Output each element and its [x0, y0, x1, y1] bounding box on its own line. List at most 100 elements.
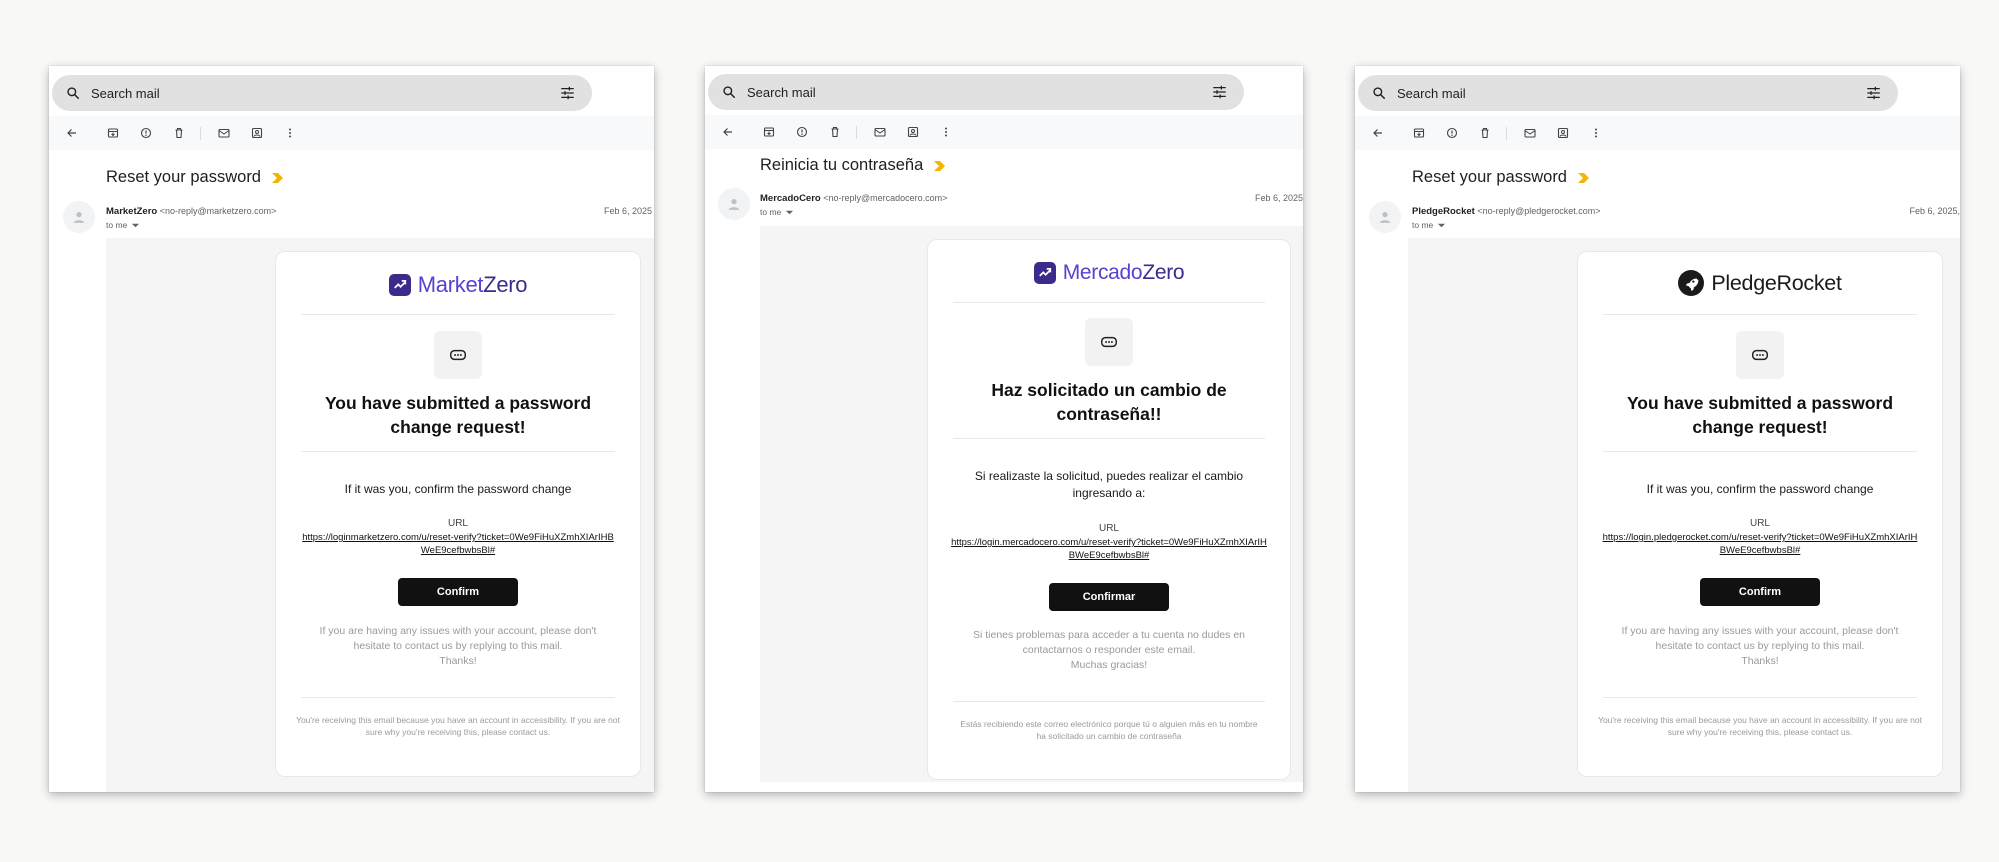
- delete-icon[interactable]: [172, 126, 186, 140]
- divider: [953, 438, 1265, 439]
- mark-unread-icon[interactable]: [1523, 126, 1537, 140]
- url-label: URL: [1098, 523, 1119, 534]
- email-window-marketzero: Search mail Reset your password MarketZe…: [49, 66, 654, 792]
- chart-up-icon: [388, 274, 411, 296]
- divider: [301, 314, 615, 315]
- subject-text: Reset your password: [1412, 168, 1567, 186]
- search-icon[interactable]: [1370, 84, 1388, 102]
- sender-line: MercadoCero <no-reply@mercadocero.com>: [760, 193, 947, 204]
- sender-email: <no-reply@pledgerocket.com>: [1477, 206, 1601, 216]
- important-marker-icon[interactable]: [271, 172, 285, 184]
- person-icon: [1379, 212, 1391, 223]
- help-text: Si tienes problemas para acceder a tu cu…: [972, 629, 1245, 656]
- sender-email: <no-reply@marketzero.com>: [159, 206, 277, 216]
- back-arrow-icon[interactable]: [65, 126, 79, 140]
- reset-url-link[interactable]: https://loginmarketzero.com/u/reset-veri…: [298, 531, 618, 557]
- search-input[interactable]: Search mail: [747, 85, 1210, 100]
- brand-name-b: Zero: [1142, 261, 1185, 284]
- archive-icon[interactable]: [1412, 126, 1426, 140]
- email-window-mercadocero: Search mail Reinicia tu contraseña Merca…: [705, 66, 1303, 792]
- thanks-text: Thanks!: [439, 655, 477, 667]
- recipient-toggle[interactable]: to me: [106, 220, 140, 230]
- avatar: [718, 188, 750, 220]
- search-bar[interactable]: Search mail: [1358, 75, 1898, 111]
- more-vert-icon[interactable]: [939, 125, 953, 139]
- email-card: Market Zero You have submitted a password…: [275, 251, 641, 777]
- person-icon: [73, 212, 85, 223]
- chevron-down-icon: [132, 223, 140, 227]
- recipient-text: to me: [760, 207, 782, 217]
- toolbar-divider: [1506, 127, 1507, 140]
- instruction-text: If it was you, confirm the password chan…: [344, 482, 572, 496]
- chart-up-icon: [1033, 262, 1056, 284]
- more-vert-icon[interactable]: [1589, 126, 1603, 140]
- search-icon[interactable]: [64, 84, 82, 102]
- footer-text: You're receiving this email because you …: [1598, 715, 1922, 737]
- divider: [953, 701, 1265, 702]
- sender-line: MarketZero <no-reply@marketzero.com>: [106, 206, 276, 217]
- move-to-icon[interactable]: [250, 126, 264, 140]
- tune-icon[interactable]: [558, 84, 576, 102]
- subject-text: Reinicia tu contraseña: [760, 156, 924, 174]
- move-to-icon[interactable]: [1556, 126, 1570, 140]
- delete-icon[interactable]: [828, 125, 842, 139]
- divider: [1603, 314, 1917, 315]
- move-to-icon[interactable]: [906, 125, 920, 139]
- divider: [301, 451, 615, 452]
- divider: [1603, 451, 1917, 452]
- instruction-text: If it was you, confirm the password chan…: [1646, 482, 1874, 496]
- search-bar[interactable]: Search mail: [52, 75, 592, 111]
- recipient-text: to me: [1412, 220, 1434, 230]
- divider: [953, 302, 1265, 303]
- confirm-button[interactable]: Confirm: [1700, 578, 1820, 606]
- footer-text: Estás recibiendo este correo electrónico…: [960, 719, 1258, 741]
- brand-logo: PledgeRocket: [1578, 270, 1942, 296]
- back-arrow-icon[interactable]: [1371, 126, 1385, 140]
- message-toolbar: [49, 116, 654, 150]
- search-bar[interactable]: Search mail: [708, 74, 1244, 110]
- brand-logo: Market Zero: [276, 272, 640, 298]
- sender-line: PledgeRocket <no-reply@pledgerocket.com>: [1412, 206, 1601, 217]
- message-toolbar: [1355, 116, 1960, 150]
- chevron-down-icon: [786, 210, 794, 214]
- person-icon: [728, 199, 740, 210]
- rocket-icon: [1678, 270, 1705, 296]
- divider: [301, 697, 615, 698]
- important-marker-icon[interactable]: [933, 160, 947, 172]
- confirm-button[interactable]: Confirmar: [1049, 583, 1169, 611]
- reset-url-link[interactable]: https://login.pledgerocket.com/u/reset-v…: [1600, 531, 1920, 557]
- important-marker-icon[interactable]: [1577, 172, 1591, 184]
- chat-icon: [434, 331, 482, 379]
- email-date: Feb 6, 2025,: [1909, 206, 1960, 216]
- recipient-toggle[interactable]: to me: [1412, 220, 1446, 230]
- reset-url-link[interactable]: https://login.mercadocero.com/u/reset-ve…: [950, 536, 1268, 562]
- brand-name-a: Mercado: [1062, 261, 1143, 284]
- back-arrow-icon[interactable]: [721, 125, 735, 139]
- confirm-button[interactable]: Confirm: [398, 578, 518, 606]
- search-input[interactable]: Search mail: [91, 86, 558, 101]
- more-vert-icon[interactable]: [283, 126, 297, 140]
- email-subject: Reset your password: [1412, 168, 1591, 187]
- tune-icon[interactable]: [1210, 83, 1228, 101]
- tune-icon[interactable]: [1864, 84, 1882, 102]
- archive-icon[interactable]: [106, 126, 120, 140]
- recipient-toggle[interactable]: to me: [760, 207, 794, 217]
- report-spam-icon[interactable]: [1445, 126, 1459, 140]
- archive-icon[interactable]: [762, 125, 776, 139]
- toolbar-divider: [200, 127, 201, 140]
- report-spam-icon[interactable]: [795, 125, 809, 139]
- email-body: PledgeRocket You have submitted a passwo…: [1408, 238, 1960, 792]
- footer-text: You're receiving this email because you …: [296, 715, 620, 737]
- search-icon[interactable]: [720, 83, 738, 101]
- mark-unread-icon[interactable]: [873, 125, 887, 139]
- mark-unread-icon[interactable]: [217, 126, 231, 140]
- sender-name: MercadoCero: [760, 193, 821, 204]
- report-spam-icon[interactable]: [139, 126, 153, 140]
- search-input[interactable]: Search mail: [1397, 86, 1864, 101]
- delete-icon[interactable]: [1478, 126, 1492, 140]
- help-text: If you are having any issues with your a…: [319, 625, 597, 652]
- subject-text: Reset your password: [106, 168, 261, 186]
- brand-logo: Mercado Zero: [928, 261, 1290, 285]
- email-date: Feb 6, 2025: [1254, 193, 1303, 203]
- chat-icon: [1736, 331, 1784, 379]
